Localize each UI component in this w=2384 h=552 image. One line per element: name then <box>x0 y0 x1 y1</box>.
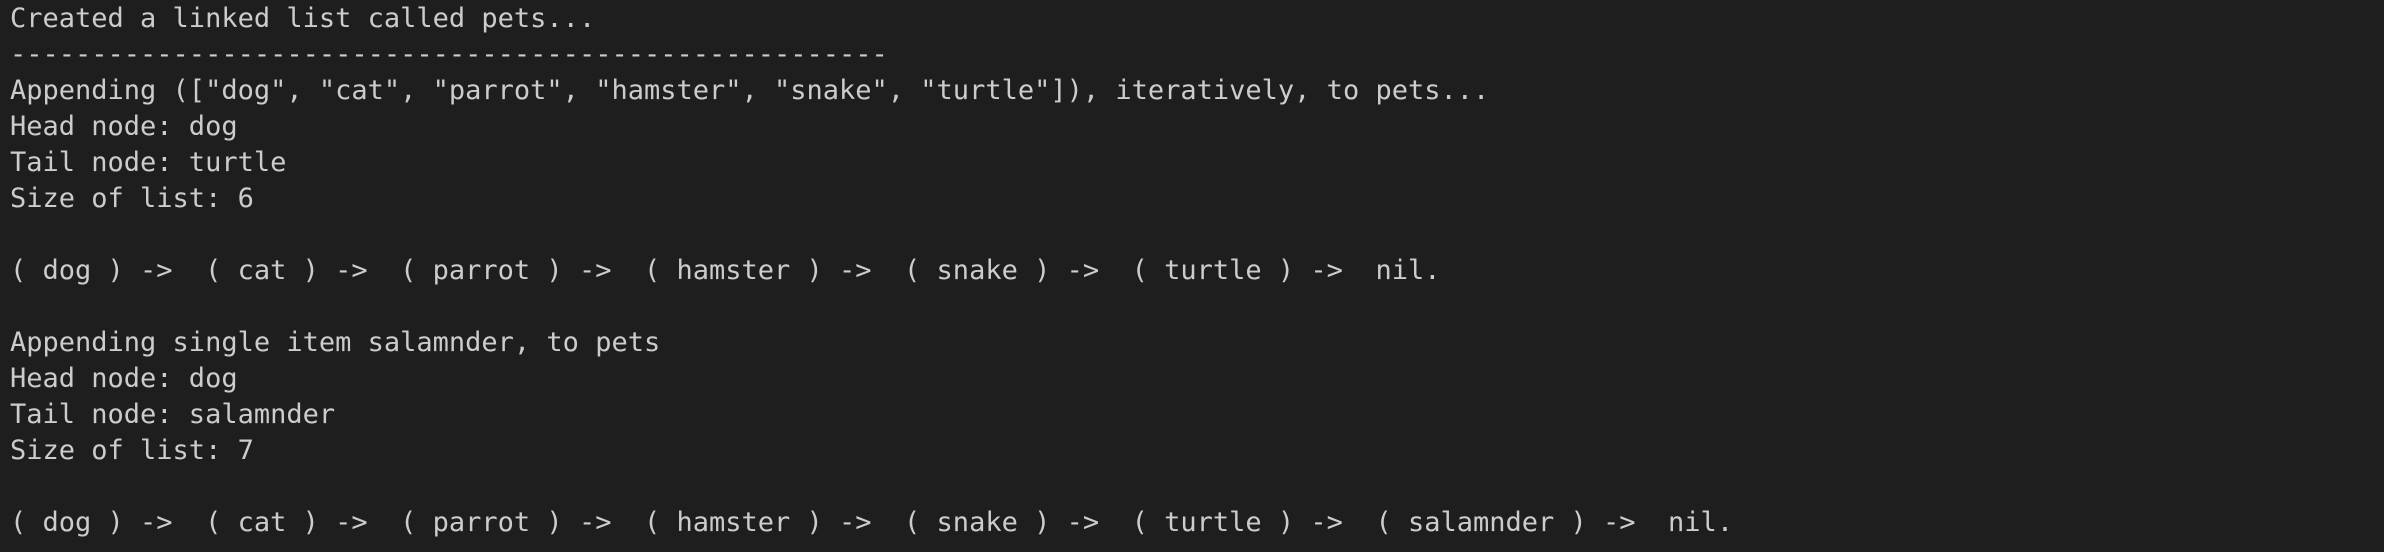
list-print-line: ( dog ) -> ( cat ) -> ( parrot ) -> ( ha… <box>10 255 1441 286</box>
separator-line: ----------------------------------------… <box>10 39 888 70</box>
append-message: Appending (["dog", "cat", "parrot", "ham… <box>10 75 1490 106</box>
append-message: Appending single item salamnder, to pets <box>10 327 661 358</box>
size-line: Size of list: 6 <box>10 183 254 214</box>
head-node-line: Head node: dog <box>10 111 238 142</box>
list-print-line: ( dog ) -> ( cat ) -> ( parrot ) -> ( ha… <box>10 507 1734 538</box>
status-line: Created a linked list called pets... <box>10 3 596 34</box>
terminal-output: Created a linked list called pets... ---… <box>0 0 2384 552</box>
head-node-line: Head node: dog <box>10 363 238 394</box>
size-line: Size of list: 7 <box>10 435 254 466</box>
tail-node-line: Tail node: salamnder <box>10 399 336 430</box>
tail-node-line: Tail node: turtle <box>10 147 287 178</box>
